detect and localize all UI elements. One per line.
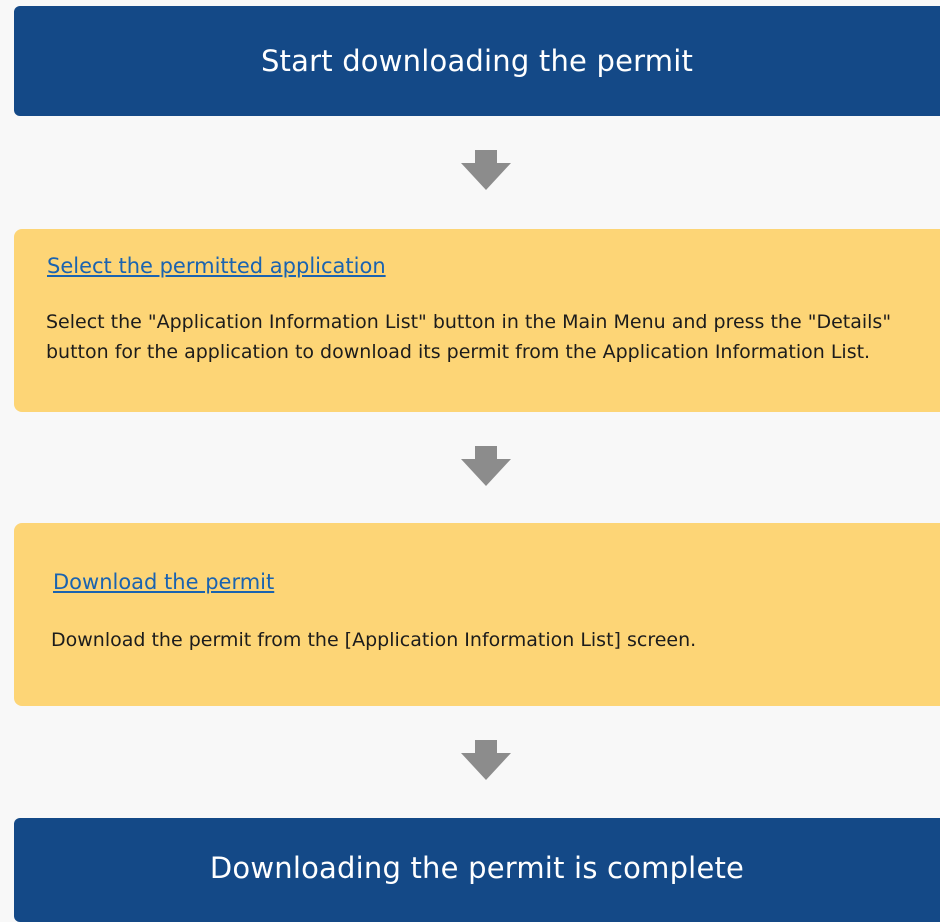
permit-download-flow: Start downloading the permit Select the …: [0, 0, 940, 922]
download-permit-link[interactable]: Download the permit: [53, 570, 274, 594]
arrow-down-icon: [461, 740, 511, 780]
arrow-down-icon: [461, 150, 511, 190]
step-description: Download the permit from the [Applicatio…: [51, 629, 697, 651]
start-banner: Start downloading the permit: [14, 6, 940, 116]
select-application-link[interactable]: Select the permitted application: [47, 254, 386, 278]
step-select-application: Select the permitted application Select …: [14, 229, 940, 412]
end-banner-text: Downloading the permit is complete: [209, 851, 745, 885]
arrow-down-icon: [461, 446, 511, 486]
step-description: Select the "Application Information List…: [46, 311, 892, 363]
end-banner: Downloading the permit is complete: [14, 818, 940, 922]
start-banner-text: Start downloading the permit: [260, 44, 694, 78]
step-download-permit: Download the permit Download the permit …: [14, 523, 940, 706]
